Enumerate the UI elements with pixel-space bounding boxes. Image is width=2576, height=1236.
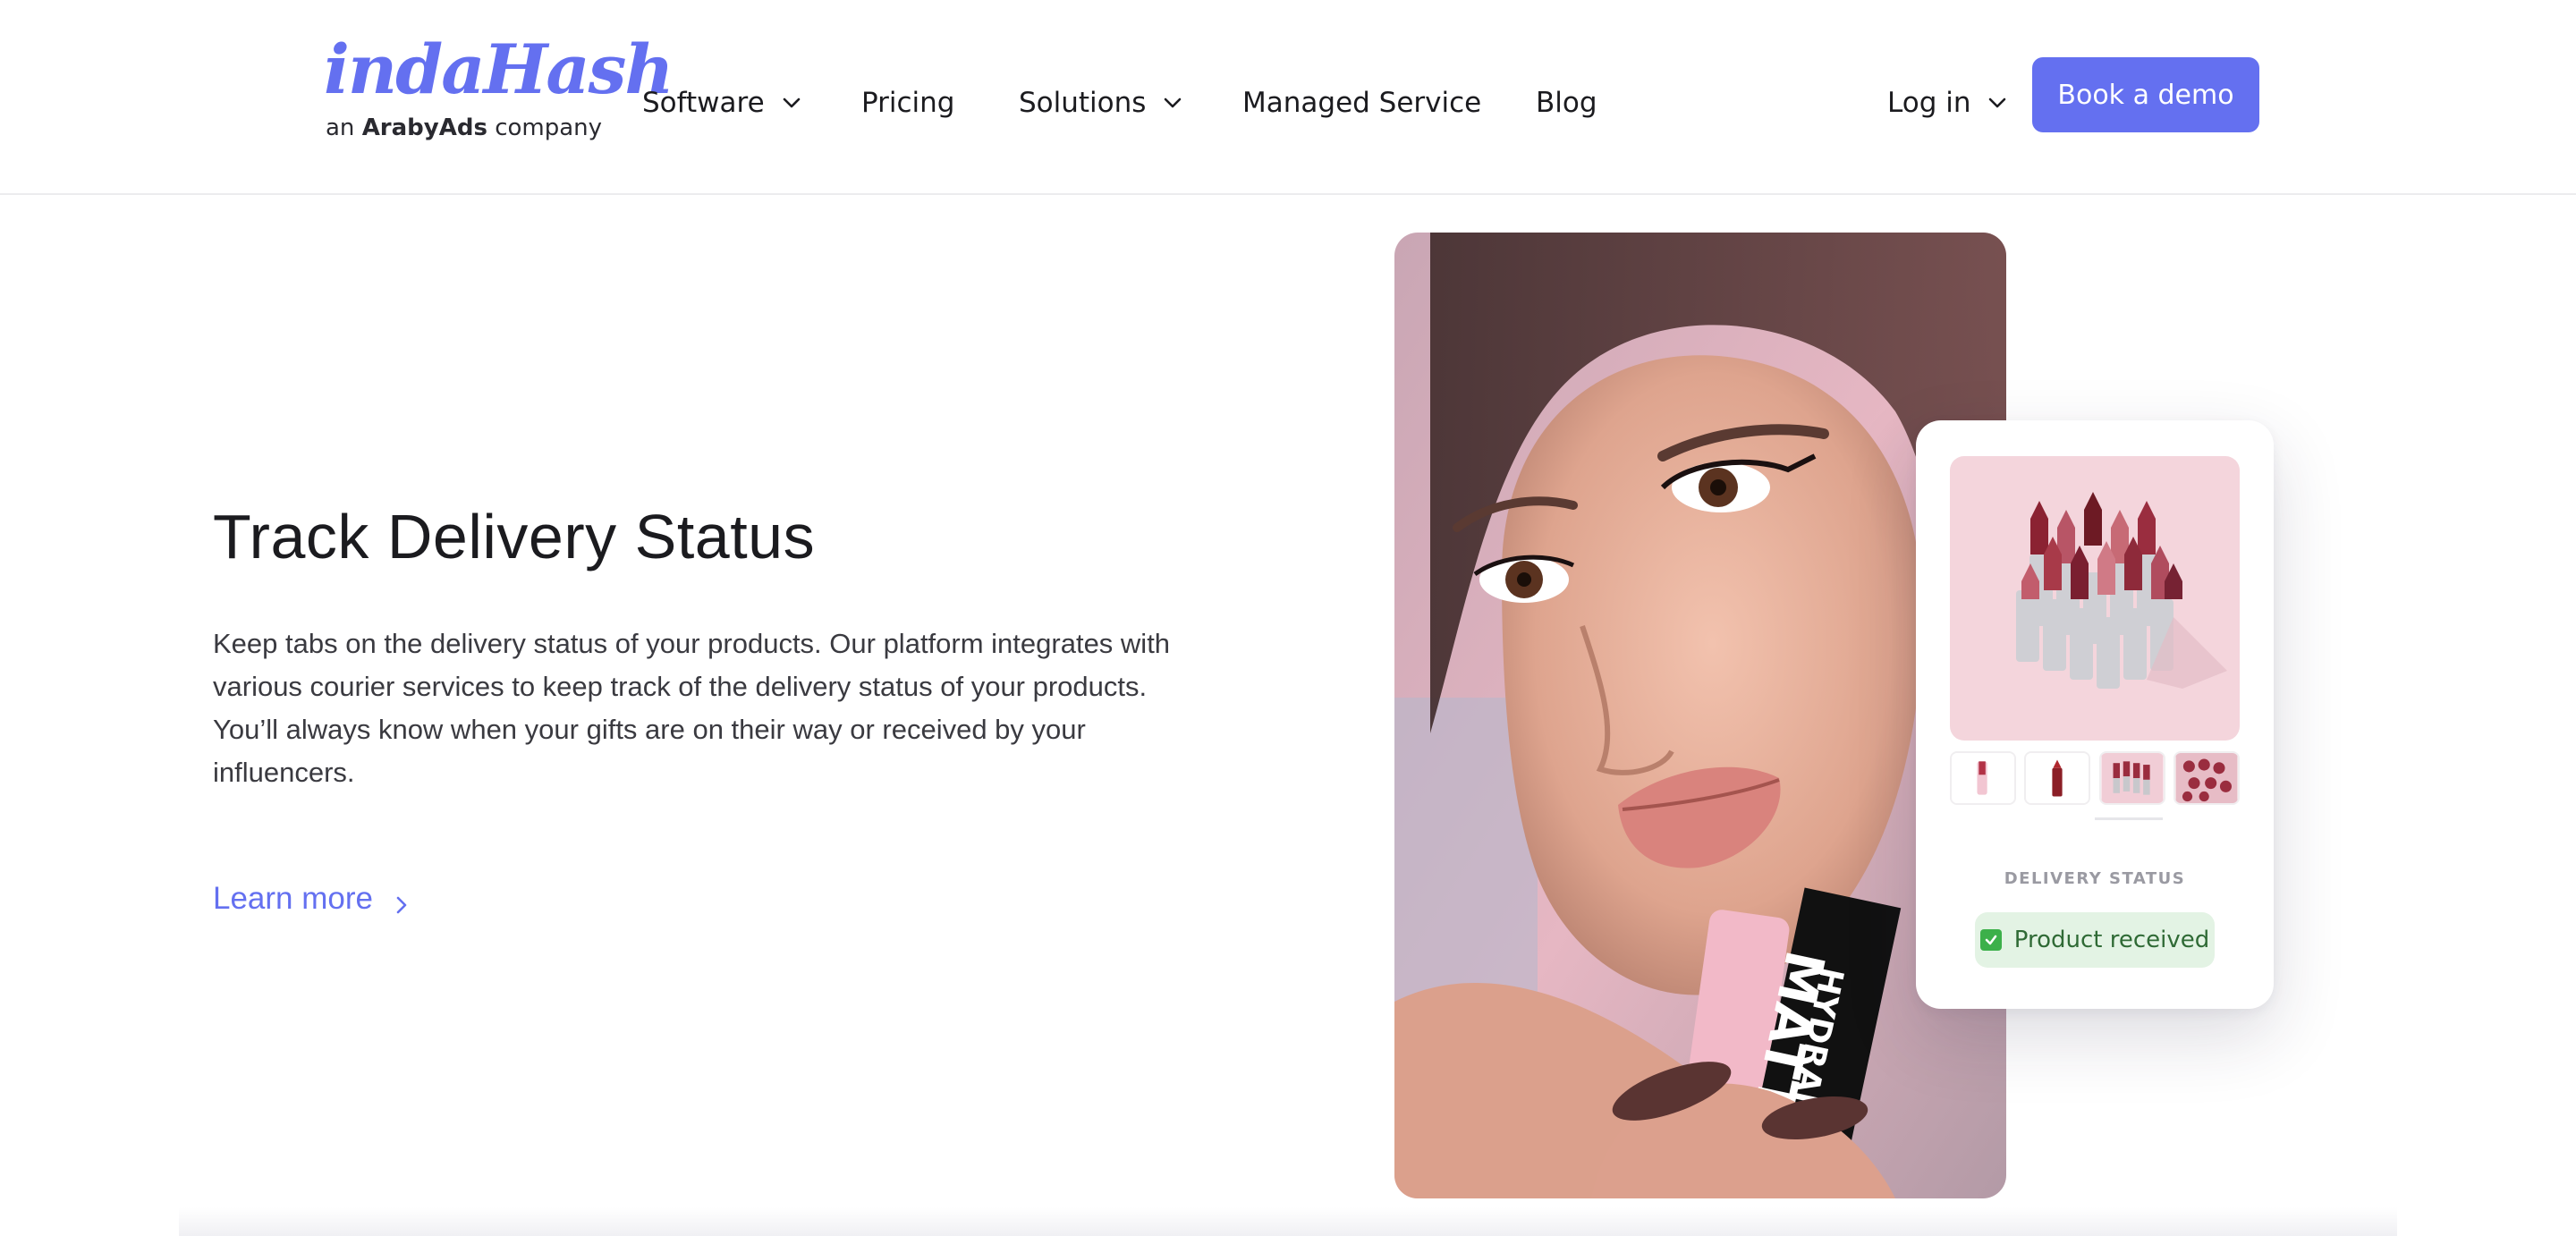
nav-item-label: Managed Service [1242,87,1482,119]
nav-item-label: Pricing [861,87,955,119]
indahash-logo[interactable]: indaHash an ArabyAds company [324,36,674,152]
status-badge-text: Product received [2013,927,2210,953]
logo-tagline-suffix: company [495,114,603,141]
nav-item-label: Solutions [1019,87,1147,119]
influencer-photo: HYDRAMATIC MATT [1394,233,2006,1198]
product-thumbnails [1950,751,2240,807]
logo-tagline-prefix: an [326,114,355,141]
section-description: Keep tabs on the delivery status of your… [213,628,1171,788]
login-dropdown[interactable]: Log in [1887,80,2008,125]
nav-item-managed-service[interactable]: Managed Service [1242,80,1481,125]
nav-item-label: Blog [1536,87,1597,119]
nav-item-solutions[interactable]: Solutions [1019,80,1183,125]
delivery-status-label: DELIVERY STATUS [2004,869,2186,888]
chevron-right-icon [393,888,411,914]
site-header: indaHash an ArabyAds company Software Pr… [0,0,2576,195]
learn-more-label: Learn more [213,881,373,916]
chevron-down-icon [781,92,802,114]
thumbnail-indicator [2095,817,2163,820]
logo-wordmark: indaHash [324,30,674,109]
login-label: Log in [1887,87,1971,119]
thumbnail-4[interactable] [2173,751,2240,805]
nav-item-pricing[interactable]: Pricing [861,80,955,125]
learn-more-link[interactable]: Learn more [213,876,411,921]
delivery-status-card: DELIVERY STATUS Product received [1916,420,2274,1009]
thumbnail-2[interactable] [2024,751,2091,805]
nav-item-software[interactable]: Software [642,80,802,125]
book-demo-button[interactable]: Book a demo [2032,57,2259,132]
section-title: Track Delivery Status [213,502,816,571]
product-image [1950,456,2240,741]
chevron-down-icon [1987,92,2008,114]
logo-tagline: an ArabyAds company [326,114,602,141]
thumbnail-3[interactable] [2098,751,2165,805]
thumbnail-1[interactable] [1950,751,2016,805]
status-badge: Product received [1975,912,2215,968]
chevron-down-icon [1162,92,1183,114]
section-divider [179,1207,2397,1236]
logo-tagline-brand: ArabyAds [361,114,487,141]
nav-item-blog[interactable]: Blog [1536,80,1597,125]
nav-item-label: Software [642,87,765,119]
check-box-icon [1979,929,2002,951]
